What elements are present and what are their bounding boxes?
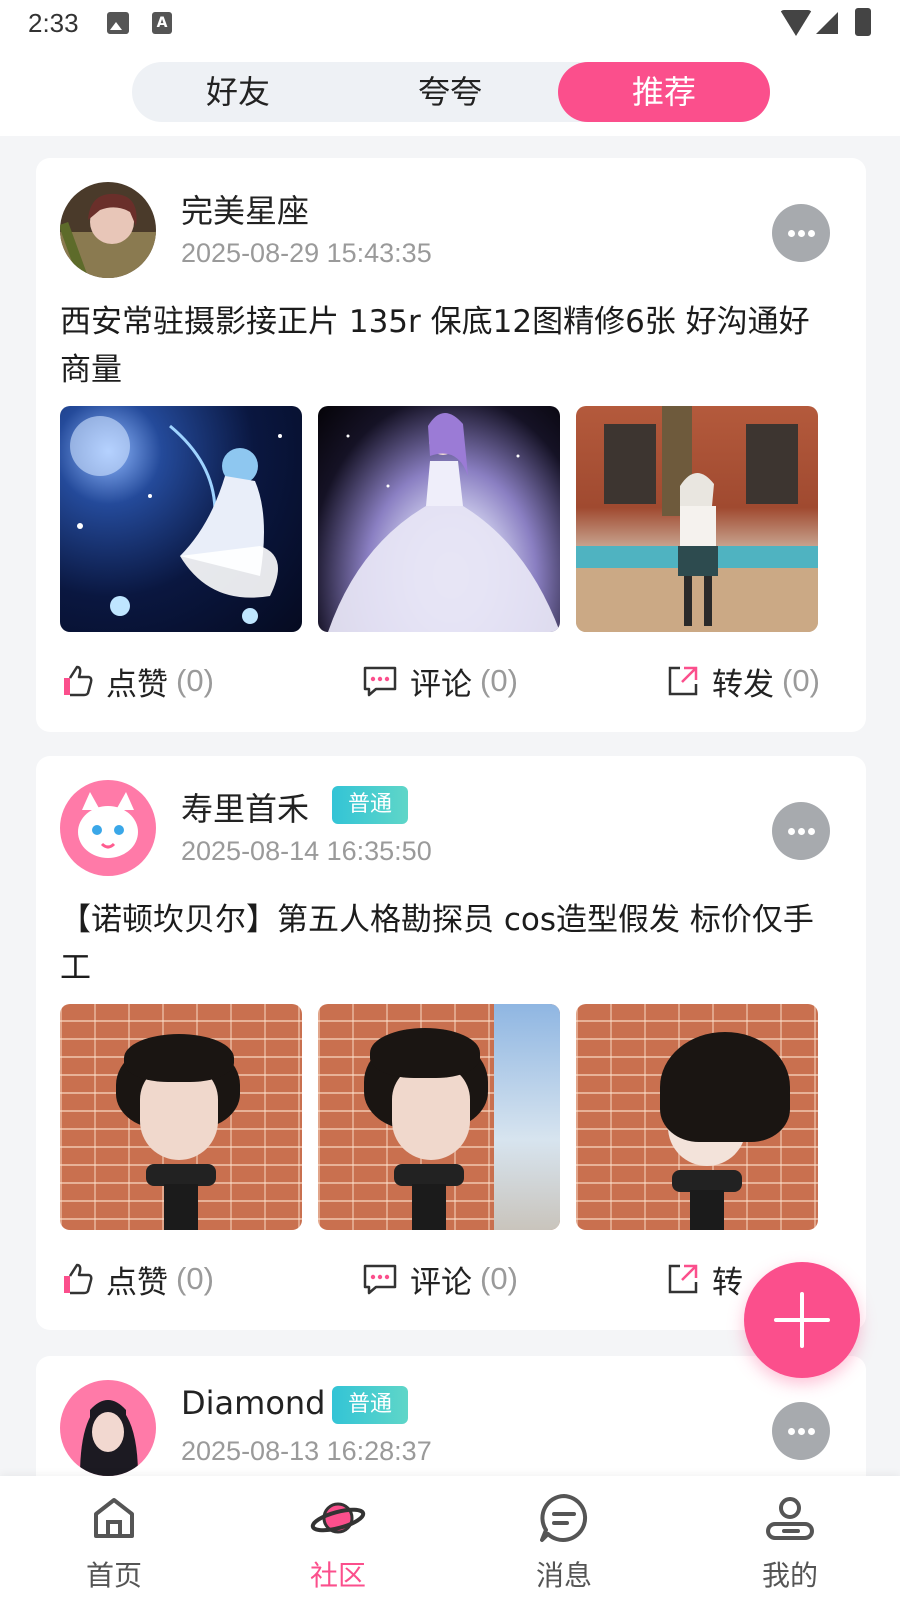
nav-item-messages[interactable]: 消息 <box>484 1476 644 1600</box>
nav-label: 消息 <box>535 1559 592 1592</box>
nav-label: 社区 <box>309 1559 366 1592</box>
like-button[interactable]: 点赞 (0) <box>60 1254 214 1304</box>
tab-friends[interactable]: 好友 <box>132 62 344 122</box>
thumbs-up-icon <box>64 665 93 697</box>
comment-icon <box>363 666 397 697</box>
share-label: 转 <box>712 1264 743 1301</box>
status-bar: 2:33 A <box>0 0 900 52</box>
gallery-icon <box>107 12 129 34</box>
post-actions: 点赞 (0) 评论 (0) 转发 (0) <box>36 656 866 706</box>
post-card: 寿里首禾 普通 2025-08-14 16:35:50 【诺顿坎贝尔】第五人格勘… <box>36 756 866 1330</box>
share-label: 转发 <box>712 666 774 703</box>
post-timestamp: 2025-08-29 15:43:35 <box>181 238 432 268</box>
post-photo[interactable] <box>318 1004 560 1230</box>
post-photo[interactable] <box>318 406 560 632</box>
comment-icon <box>363 1264 397 1295</box>
battery-icon <box>855 8 871 36</box>
post-card: 完美星座 2025-08-29 15:43:35 西安常驻摄影接正片 135r … <box>36 158 866 732</box>
post-username[interactable]: 寿里首禾 <box>181 784 309 830</box>
like-label: 点赞 <box>106 1264 168 1301</box>
profile-icon <box>766 1497 814 1540</box>
share-icon <box>668 1264 698 1294</box>
more-options-button[interactable] <box>772 1402 830 1460</box>
like-button[interactable]: 点赞 (0) <box>60 656 214 706</box>
post-text[interactable]: 西安常驻摄影接正片 135r 保底12图精修6张 好沟通好商量 <box>60 298 840 394</box>
post-photos <box>60 406 820 632</box>
nav-item-home[interactable]: 首页 <box>34 1476 194 1600</box>
comment-count: (0) <box>480 1261 518 1296</box>
cellular-signal-icon <box>816 12 838 34</box>
share-count: (0) <box>782 663 820 698</box>
post-photo[interactable] <box>576 406 818 632</box>
comment-button[interactable]: 评论 (0) <box>362 656 518 706</box>
status-time: 2:33 <box>28 8 79 38</box>
post-card: Diamond 普通 2025-08-13 16:28:37 <box>36 1356 866 1476</box>
wifi-icon <box>780 10 812 36</box>
thumbs-up-icon <box>64 1263 93 1295</box>
avatar[interactable] <box>60 1380 156 1476</box>
member-badge: 普通 <box>332 1386 409 1424</box>
more-options-button[interactable] <box>772 802 830 860</box>
feed-tab-switcher: 好友 夸夸 推荐 <box>132 62 770 122</box>
tab-praise[interactable]: 夸夸 <box>344 62 556 122</box>
share-icon <box>668 666 698 696</box>
top-bar: 好友 夸夸 推荐 <box>0 52 900 136</box>
post-text[interactable]: 【诺顿坎贝尔】第五人格勘探员 cos造型假发 标价仅手工 <box>60 896 840 992</box>
nav-label: 我的 <box>761 1559 818 1592</box>
bottom-navigation: 首页 社区 消息 我的 <box>0 1476 900 1600</box>
nav-item-community[interactable]: 社区 <box>258 1476 418 1600</box>
avatar[interactable] <box>60 182 156 278</box>
post-photo[interactable] <box>60 1004 302 1230</box>
planet-icon <box>310 1502 366 1534</box>
font-icon: A <box>152 12 172 34</box>
comment-button[interactable]: 评论 (0) <box>362 1254 518 1304</box>
share-button[interactable]: 转 <box>666 1254 743 1304</box>
add-post-button[interactable] <box>744 1262 860 1378</box>
post-photo[interactable] <box>576 1004 818 1230</box>
member-badge: 普通 <box>332 786 409 824</box>
home-icon <box>94 1498 134 1538</box>
nav-item-profile[interactable]: 我的 <box>710 1476 870 1600</box>
comment-count: (0) <box>480 663 518 698</box>
share-button[interactable]: 转发 (0) <box>666 656 820 706</box>
more-options-button[interactable] <box>772 204 830 262</box>
like-count: (0) <box>176 663 214 698</box>
like-label: 点赞 <box>106 666 168 703</box>
message-icon <box>540 1494 588 1542</box>
post-photo[interactable] <box>60 406 302 632</box>
comment-label: 评论 <box>410 666 472 703</box>
post-actions: 点赞 (0) 评论 (0) 转 <box>36 1254 866 1304</box>
nav-label: 首页 <box>85 1559 142 1592</box>
like-count: (0) <box>176 1261 214 1296</box>
avatar[interactable] <box>60 780 156 876</box>
post-username[interactable]: Diamond <box>181 1384 325 1422</box>
comment-label: 评论 <box>410 1264 472 1301</box>
post-timestamp: 2025-08-14 16:35:50 <box>181 836 432 866</box>
post-photos <box>60 1004 820 1230</box>
post-username[interactable]: 完美星座 <box>181 186 309 232</box>
post-timestamp: 2025-08-13 16:28:37 <box>181 1436 432 1466</box>
tab-recommended[interactable]: 推荐 <box>558 62 770 122</box>
